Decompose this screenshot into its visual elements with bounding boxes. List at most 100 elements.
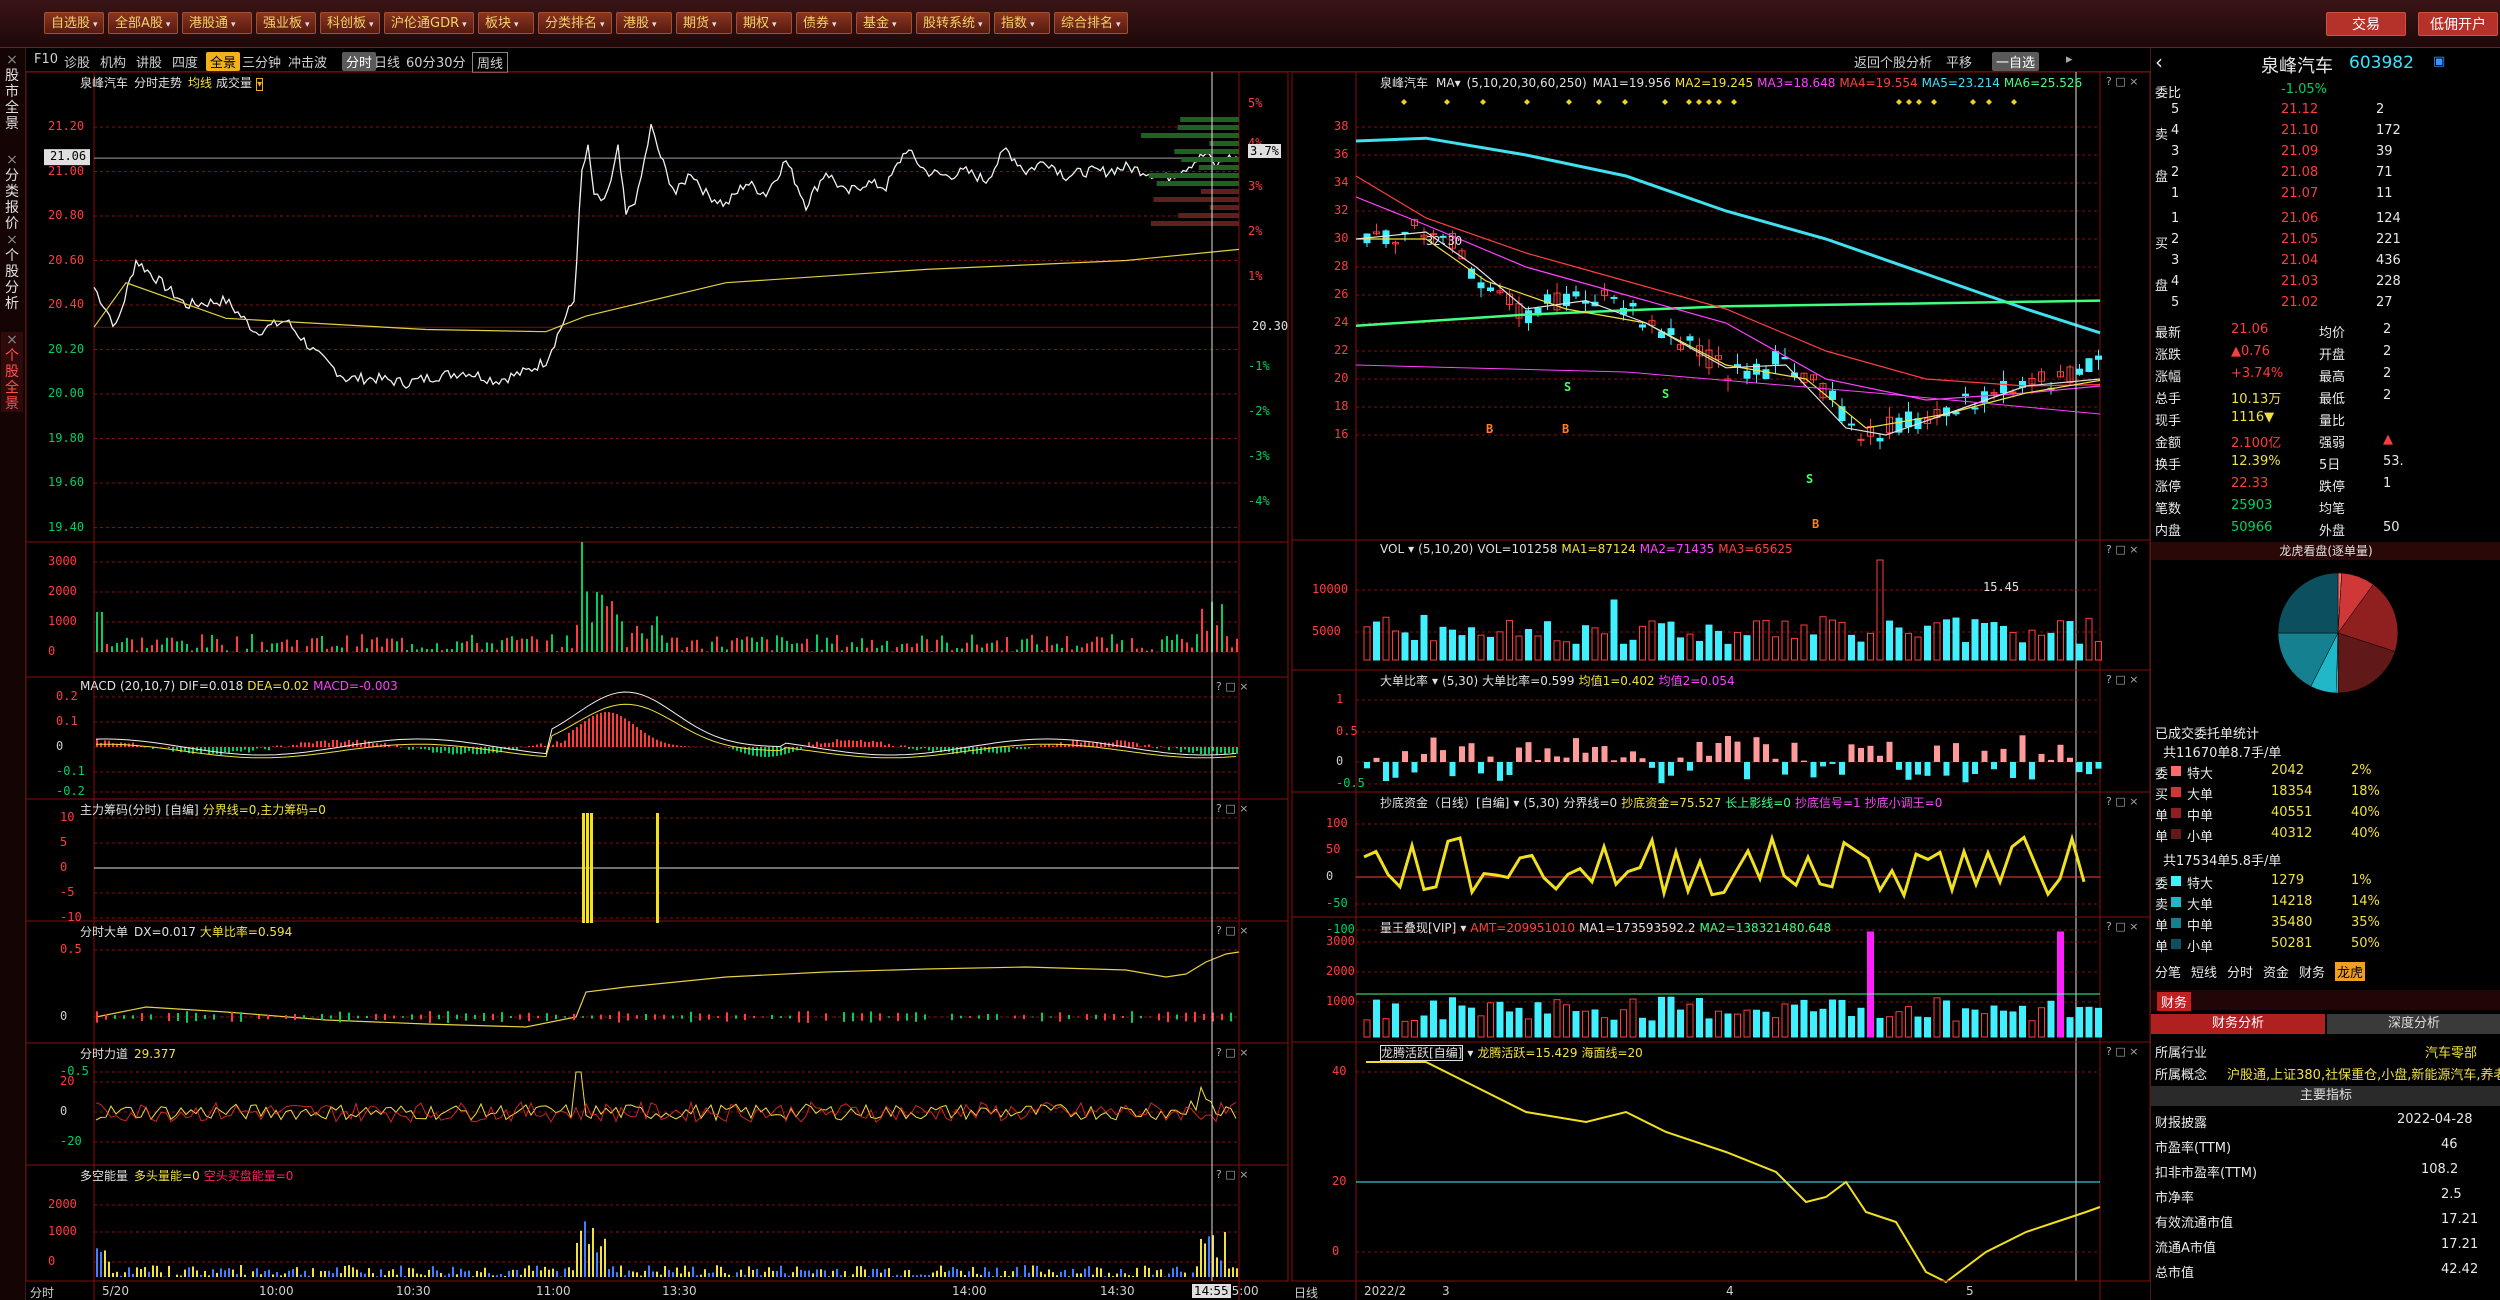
ask-price: 21.09 <box>2281 144 2319 159</box>
pie-title: 龙虎看盘(逐单量) <box>2151 542 2500 560</box>
toolbar-item-8[interactable]: 分时 <box>342 52 377 71</box>
kline-sub-dropdown[interactable]: ▾ <box>1432 674 1438 688</box>
menu-button-5[interactable]: 沪伦通GDR ▾ <box>384 12 474 34</box>
finance-tab[interactable]: 财务 <box>2157 992 2192 1011</box>
kline-amt-bar <box>1743 1009 1751 1038</box>
kline-xmode-button[interactable]: 日线 <box>1294 1284 1318 1300</box>
left-tab-1[interactable]: × 分 类 报 价 <box>1 152 23 232</box>
bottom-tab-1[interactable]: 短线 <box>2191 962 2217 981</box>
menu-button-4[interactable]: 科创板 ▾ <box>320 12 380 34</box>
kline-sub-controls[interactable]: ? □ × <box>2106 795 2138 808</box>
menu-button-15[interactable]: 综合排名 ▾ <box>1054 12 1128 34</box>
bottom-tab-2[interactable]: 分时 <box>2227 962 2253 981</box>
close-icon[interactable]: × <box>1 232 23 248</box>
menu-button-8[interactable]: 港股 ▾ <box>616 12 672 34</box>
kline-sub-controls[interactable]: ? □ × <box>2106 1045 2138 1058</box>
bigorder-bar <box>1203 1013 1205 1021</box>
close-icon[interactable]: × <box>1 332 23 348</box>
volume-bar <box>451 649 453 652</box>
menu-button-13[interactable]: 股转系统 ▾ <box>916 12 990 34</box>
left-tab-2[interactable]: × 个 股 分 析 <box>1 232 23 312</box>
left-tab-3[interactable]: × 个 股 全 景 <box>1 332 23 412</box>
kline-sub-dropdown[interactable]: ▾ <box>1467 1046 1473 1060</box>
menu-button-7[interactable]: 分类排名 ▾ <box>538 12 612 34</box>
toolbar-item-10[interactable]: 60分 <box>406 52 436 71</box>
toolbar-item-1[interactable]: 诊股 <box>64 52 90 71</box>
menu-button-12[interactable]: 基金 ▾ <box>856 12 912 34</box>
toolbar-item-2[interactable]: 机构 <box>100 52 126 71</box>
bottom-tab-0[interactable]: 分笔 <box>2155 962 2181 981</box>
trade-button[interactable]: 交易 <box>2326 12 2406 36</box>
finance-subtab-0[interactable]: 财务分析 <box>2151 1014 2325 1034</box>
menu-button-6[interactable]: 板块 ▾ <box>478 12 534 34</box>
kline-vol-bar <box>2000 625 2007 661</box>
collapse-icon[interactable]: ▸ <box>2066 52 2073 67</box>
toolbar-item-6[interactable]: 三分钟 <box>242 52 281 71</box>
toolbar-item-4[interactable]: 四度 <box>172 52 198 71</box>
back-icon[interactable]: ‹ <box>2155 50 2163 74</box>
volume-bar <box>1096 636 1098 652</box>
kline-ma-dropdown[interactable]: ▾ <box>1455 76 1461 90</box>
kline-sub-dropdown[interactable]: ▾ <box>1513 796 1519 810</box>
kline-amt-bar <box>1506 1011 1513 1038</box>
menu-button-9[interactable]: 期货 ▾ <box>676 12 732 34</box>
toolbar-item-0[interactable]: F10 <box>34 52 58 67</box>
toolbar-right-0[interactable]: 返回个股分析 <box>1854 52 1932 71</box>
kline-sub-dropdown[interactable]: ▾ <box>1460 921 1466 935</box>
buy-size-count: 18354 <box>2271 784 2313 799</box>
toolbar-item-3[interactable]: 讲股 <box>136 52 162 71</box>
toolbar-right-2[interactable]: 一自选 <box>1992 52 2040 71</box>
menu-button-10[interactable]: 期权 ▾ <box>736 12 792 34</box>
kline-sub-controls[interactable]: ? □ × <box>2106 543 2138 556</box>
macd-bar <box>756 747 758 757</box>
menu-button-14[interactable]: 指数 ▾ <box>994 12 1050 34</box>
panel-controls[interactable]: ? □ × <box>1216 802 1248 815</box>
close-icon[interactable]: × <box>1 52 23 68</box>
energy-bar <box>1076 1273 1078 1277</box>
toolbar-item-7[interactable]: 冲击波 <box>288 52 327 71</box>
left-tab-label: 个 股 全 景 <box>5 348 19 412</box>
bigorder-title: 分时大单 DX=0.017 大单比率=0.594 <box>80 923 292 940</box>
toolbar-right-1[interactable]: 平移 <box>1946 52 1972 71</box>
toolbar-item-12[interactable]: 周线 <box>472 52 509 73</box>
energy-bar <box>456 1274 458 1277</box>
open-account-button[interactable]: 低佣开户 <box>2418 12 2498 36</box>
volume-profile-bar <box>1153 197 1239 202</box>
menu-button-3[interactable]: 强业板 ▾ <box>256 12 316 34</box>
panel-controls[interactable]: ? □ × <box>1216 1168 1248 1181</box>
left-tab-0[interactable]: × 股 市 全 景 <box>1 52 23 132</box>
dropdown-icon[interactable]: ▾ <box>256 78 264 91</box>
toolbar-item-11[interactable]: 30分 <box>436 52 466 71</box>
intraday-title: 泉峰汽车 <box>80 76 129 90</box>
panel-controls[interactable]: ? □ × <box>1216 924 1248 937</box>
toolbar-item-5[interactable]: 全景 <box>206 52 241 71</box>
volume-bar <box>901 644 903 652</box>
panel-controls[interactable]: ? □ × <box>1216 1046 1248 1059</box>
chevron-down-icon: ▾ <box>712 20 717 30</box>
finance-subtab-1[interactable]: 深度分析 <box>2327 1014 2500 1034</box>
macd-bar <box>596 714 598 747</box>
panel-controls[interactable]: ? □ × <box>1216 680 1248 693</box>
menu-button-0[interactable]: 自选股 ▾ <box>44 12 104 34</box>
kline-amt-bar <box>1962 1008 1969 1038</box>
menu-button-1[interactable]: 全部A股 ▾ <box>108 12 178 34</box>
kline-sub-dropdown[interactable]: ▾ <box>1408 542 1414 556</box>
close-icon[interactable]: × <box>1 152 23 168</box>
kline-sub-controls[interactable]: ? □ × <box>2106 920 2138 933</box>
kline-vol-bar <box>1610 599 1618 661</box>
menu-button-11[interactable]: 债券 ▾ <box>796 12 852 34</box>
kline-vol-bar <box>1933 622 1941 661</box>
bigorder-bar <box>213 1014 215 1020</box>
menu-button-2[interactable]: 港股通 ▾ <box>182 12 252 34</box>
kline-panel-controls[interactable]: ? □ × <box>2106 75 2138 88</box>
bottom-tab-5[interactable]: 龙虎 <box>2335 962 2366 981</box>
bottom-tab-3[interactable]: 资金 <box>2263 962 2289 981</box>
bottom-tab-4[interactable]: 财务 <box>2299 962 2325 981</box>
toolbar-item-9[interactable]: 日线 <box>374 52 400 71</box>
kline-sub-controls[interactable]: ? □ × <box>2106 673 2138 686</box>
intraday-xmode-button[interactable]: 分时 <box>30 1284 54 1300</box>
kline-sub-name: 龙腾活跃[自编] <box>1380 1045 1464 1061</box>
energy-bar <box>204 1270 206 1277</box>
macd-bar <box>324 740 326 747</box>
finance-row-label: 市盈率(TTM) <box>2155 1141 2232 1156</box>
